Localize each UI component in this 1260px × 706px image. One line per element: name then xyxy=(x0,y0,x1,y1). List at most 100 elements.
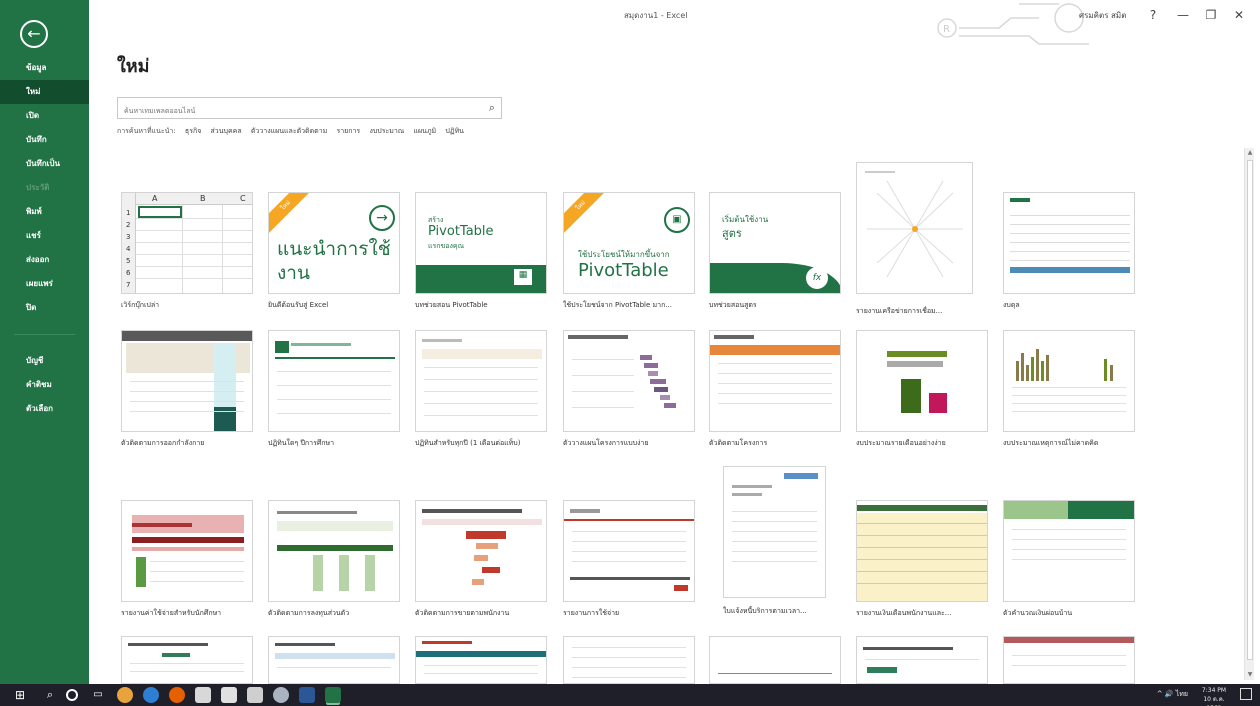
scrollbar-thumb[interactable] xyxy=(1247,160,1253,660)
template-label: งบประมาณรายเดือนอย่างง่าย xyxy=(856,439,946,447)
mail-icon[interactable] xyxy=(247,687,263,703)
template-label: ใบแจ้งหนี้บริการตามเวลา... xyxy=(723,607,807,615)
suggested-link-charts[interactable]: แผนภูมิ xyxy=(414,127,437,135)
restore-button[interactable]: ❐ xyxy=(1197,4,1225,26)
template-tile-row4-e[interactable] xyxy=(709,636,841,684)
sidebar-item-save[interactable]: บันทึก xyxy=(0,128,89,152)
template-thumbnail xyxy=(1003,500,1135,602)
scroll-up-arrow-icon[interactable]: ▲ xyxy=(1246,148,1254,158)
cortana-icon[interactable] xyxy=(66,689,78,701)
circuit-decoration: R xyxy=(937,3,1089,45)
template-thumbnail: ใหม่ → แนะนำการใช้งาน xyxy=(268,192,400,294)
scroll-down-arrow-icon[interactable]: ▼ xyxy=(1246,670,1254,680)
template-tile-row4-a[interactable] xyxy=(121,636,253,684)
template-tile-row4-g[interactable] xyxy=(1003,636,1135,684)
template-tile-monthly-budget[interactable]: งบประมาณรายเดือนอย่างง่าย xyxy=(856,330,988,447)
app-icon[interactable] xyxy=(273,687,289,703)
title-bar: สมุดงาน1 - Excel R ศรมคิตร สมิต ? — ❐ ✕ xyxy=(89,0,1260,45)
template-tile-loan[interactable]: ตัวคำนวณเงินผ่อนบ้าน xyxy=(1003,500,1135,617)
template-tile-calendar[interactable]: ปฏิทินใดๆ ปีการศึกษา xyxy=(268,330,400,447)
template-tile-pivot-more[interactable]: ใหม่ ▣ ใช้ประโยชน์ให้มากขึ้นจาก PivotTab… xyxy=(563,192,695,309)
template-tile-invoice[interactable]: ใบแจ้งหนี้บริการตามเวลา... xyxy=(723,466,855,615)
template-tile-expense-report[interactable]: รายงานการใช้จ่าย xyxy=(563,500,695,617)
sidebar-item-save-as[interactable]: บันทึกเป็น xyxy=(0,152,89,176)
clock-time: 7:34 PM xyxy=(1201,687,1227,694)
taskbar-clock[interactable]: 7:34 PM 10 ต.ค. 2562 xyxy=(1196,686,1232,706)
suggested-link-planners[interactable]: ตัววางแผนและตัวติดตาม xyxy=(251,127,327,135)
sidebar-item-print[interactable]: พิมพ์ xyxy=(0,200,89,224)
search-icon[interactable]: ⌕ xyxy=(489,101,495,115)
template-tile-network[interactable]: รายงานเครือข่ายการเชื่อม... xyxy=(856,162,988,315)
suggested-link-business[interactable]: ธุรกิจ xyxy=(185,127,201,135)
suggested-link-lists[interactable]: รายการ xyxy=(336,127,360,135)
template-tile-balance[interactable]: งบดุล xyxy=(1003,192,1135,309)
back-arrow-icon[interactable]: ← xyxy=(20,20,48,48)
template-label: บทช่วยสอนสูตร xyxy=(709,301,757,309)
template-tile-pivot-tutorial[interactable]: สร้าง PivotTable แรกของคุณ ▦ บทช่วยสอน P… xyxy=(415,192,547,309)
sidebar-item-open[interactable]: เปิด xyxy=(0,104,89,128)
template-search-input[interactable] xyxy=(118,101,468,121)
template-tile-row4-f[interactable] xyxy=(856,636,988,684)
minimize-button[interactable]: — xyxy=(1169,4,1197,26)
template-tile-student-expense[interactable]: รายงานค่าใช้จ่ายสำหรับนักศึกษา xyxy=(121,500,253,617)
task-view-icon[interactable]: ▭ xyxy=(90,687,106,703)
store-icon[interactable] xyxy=(221,687,237,703)
template-tile-calendar-any-year[interactable]: ปฏิทินสำหรับทุกปี (1 เดือนต่อแท็บ) xyxy=(415,330,547,447)
file-explorer-icon[interactable] xyxy=(195,687,211,703)
template-tile-event-budget[interactable]: งบประมาณเหตุการณ์ไม่คาดคิด xyxy=(1003,330,1135,447)
new-badge: ใหม่ xyxy=(269,193,316,236)
sidebar-item-publish[interactable]: เผยแพร่ xyxy=(0,272,89,296)
template-tile-project-tracker[interactable]: ตัวติดตามโครงการ xyxy=(709,330,841,447)
template-label: เวิร์กบุ๊กเปล่า xyxy=(121,301,160,309)
sidebar-item-share[interactable]: แชร์ xyxy=(0,224,89,248)
template-label: ปฏิทินใดๆ ปีการศึกษา xyxy=(268,439,335,447)
template-tile-row4-c[interactable] xyxy=(415,636,547,684)
template-tile-sales-tracker[interactable]: ตัวติดตามการขายตามพนักงาน xyxy=(415,500,547,617)
template-thumbnail xyxy=(268,636,400,684)
template-tile-welcome[interactable]: ใหม่ → แนะนำการใช้งาน ยินดีต้อนรับสู่ Ex… xyxy=(268,192,400,309)
suggested-link-calendars[interactable]: ปฏิทิน xyxy=(445,127,464,135)
chrome-icon[interactable] xyxy=(117,687,133,703)
help-button[interactable]: ? xyxy=(1139,4,1167,26)
template-thumbnail: เริ่มต้นใช้งาน สูตร fx xyxy=(709,192,841,294)
page-title: ใหม่ xyxy=(117,56,150,77)
edge-icon[interactable] xyxy=(143,687,159,703)
windows-taskbar: ⊞ ⌕ ▭ ^ 🔊 ไทย 7:34 PM 10 ต.ค. 2562 xyxy=(0,684,1260,706)
template-thumbnail xyxy=(856,330,988,432)
notifications-icon[interactable] xyxy=(1240,688,1252,700)
template-tile-row4-d[interactable] xyxy=(563,636,695,684)
word-icon[interactable] xyxy=(299,687,315,703)
template-thumbnail xyxy=(709,330,841,432)
sidebar-item-info[interactable]: ข้อมูล xyxy=(0,56,89,80)
windows-start-icon[interactable]: ⊞ xyxy=(12,687,28,703)
template-thumbnail xyxy=(268,500,400,602)
template-tile-payroll[interactable]: รายงานเงินเดือนพนักงานและ... xyxy=(856,500,988,617)
sidebar-item-options[interactable]: ตัวเลือก xyxy=(0,397,89,421)
system-tray[interactable]: ^ 🔊 ไทย xyxy=(1157,689,1188,700)
search-icon[interactable]: ⌕ xyxy=(42,687,58,703)
template-tile-tracker[interactable]: ตัวติดตามการออกกำลังกาย xyxy=(121,330,253,447)
excel-icon[interactable] xyxy=(325,687,341,703)
svg-text:R: R xyxy=(943,24,950,35)
suggested-link-budgets[interactable]: งบประมาณ xyxy=(369,127,404,135)
firefox-icon[interactable] xyxy=(169,687,185,703)
window-title: สมุดงาน1 - Excel xyxy=(624,11,688,20)
template-tile-formula[interactable]: เริ่มต้นใช้งาน สูตร fx บทช่วยสอนสูตร xyxy=(709,192,841,309)
suggested-link-personal[interactable]: ส่วนบุคคล xyxy=(211,127,242,135)
template-tile-gantt[interactable]: ตัววางแผนโครงการแบบง่าย xyxy=(563,330,695,447)
template-tile-row4-b[interactable] xyxy=(268,636,400,684)
signed-in-user[interactable]: ศรมคิตร สมิต xyxy=(1079,9,1126,22)
template-thumbnail xyxy=(1003,192,1135,294)
sidebar-item-export[interactable]: ส่งออก xyxy=(0,248,89,272)
template-tile-investment[interactable]: ตัวติดตามการลงทุนส่วนตัว xyxy=(268,500,400,617)
vertical-scrollbar[interactable]: ▲ ▼ xyxy=(1244,148,1254,680)
sidebar-item-new[interactable]: ใหม่ xyxy=(0,80,89,104)
template-label: ตัวติดตามการออกกำลังกาย xyxy=(121,439,205,447)
template-label: ตัวติดตามการลงทุนส่วนตัว xyxy=(268,609,350,617)
sidebar-item-close[interactable]: ปิด xyxy=(0,296,89,320)
close-button[interactable]: ✕ xyxy=(1225,4,1253,26)
template-tile-blank[interactable]: A B C 1234567 เวิร์กบุ๊กเปล่า xyxy=(121,192,253,309)
sidebar-item-account[interactable]: บัญชี xyxy=(0,349,89,373)
sidebar-item-feedback[interactable]: คำติชม xyxy=(0,373,89,397)
template-label: รายงานเครือข่ายการเชื่อม... xyxy=(856,307,943,315)
